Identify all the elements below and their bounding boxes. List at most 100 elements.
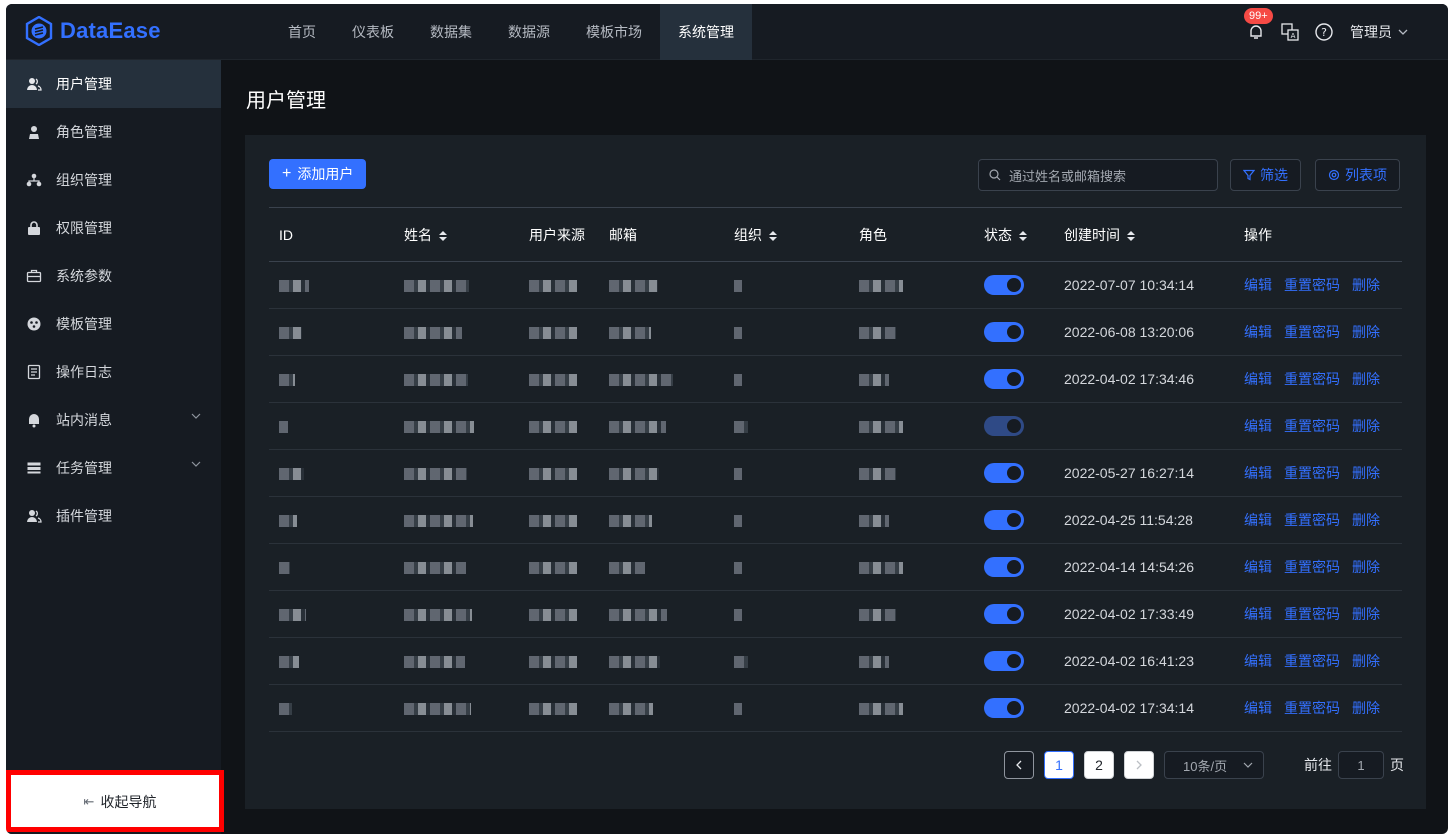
user-list-panel: + 添加用户 通过姓名或邮箱搜索 筛选 列表项 ID 姓名 用户来源 邮箱 组织 [245, 135, 1426, 809]
cell-role [849, 355, 974, 403]
bell-outline-icon [1250, 25, 1262, 39]
edit-link[interactable]: 编辑 [1244, 653, 1272, 669]
delete-link[interactable]: 删除 [1352, 324, 1380, 340]
status-toggle[interactable] [984, 604, 1024, 624]
delete-link[interactable]: 删除 [1352, 371, 1380, 387]
goto-page-input[interactable]: 1 [1338, 751, 1384, 779]
filter-label: 筛选 [1260, 167, 1288, 183]
status-toggle[interactable] [984, 463, 1024, 483]
reset-password-link[interactable]: 重置密码 [1284, 465, 1340, 481]
collapse-nav-button[interactable]: ⇤ 收起导航 [23, 783, 217, 821]
user-menu[interactable]: 管理员 [1350, 22, 1408, 42]
col-header-created[interactable]: 创建时间 [1054, 207, 1234, 262]
nav-system-management[interactable]: 系统管理 [660, 4, 752, 60]
help-button[interactable]: ? [1314, 22, 1334, 42]
prev-page-button[interactable] [1004, 751, 1034, 779]
status-toggle[interactable] [984, 651, 1024, 671]
table-row: 2022-05-27 16:27:14 编辑 重置密码 删除 [269, 449, 1402, 497]
edit-link[interactable]: 编辑 [1244, 700, 1272, 716]
redacted-value [734, 374, 742, 387]
search-input[interactable]: 通过姓名或邮箱搜索 [978, 159, 1218, 191]
status-toggle[interactable] [984, 416, 1024, 436]
col-header-org[interactable]: 组织 [724, 207, 849, 262]
sort-icon[interactable] [1018, 230, 1028, 242]
sidebar-item-operation-log[interactable]: 操作日志 [6, 348, 221, 396]
notification-button[interactable]: 99+ [1244, 8, 1273, 42]
page-button-2[interactable]: 2 [1084, 751, 1114, 779]
delete-link[interactable]: 删除 [1352, 418, 1380, 434]
status-toggle[interactable] [984, 557, 1024, 577]
chevron-right-icon [1136, 760, 1142, 770]
delete-link[interactable]: 删除 [1352, 277, 1380, 293]
reset-password-link[interactable]: 重置密码 [1284, 606, 1340, 622]
status-toggle[interactable] [984, 510, 1024, 530]
sidebar-item-tasks[interactable]: 任务管理 [6, 444, 221, 492]
nav-dataset[interactable]: 数据集 [412, 4, 490, 60]
sidebar-item-plugins[interactable]: 插件管理 [6, 492, 221, 540]
redacted-value [529, 327, 577, 340]
edit-link[interactable]: 编辑 [1244, 324, 1272, 340]
edit-link[interactable]: 编辑 [1244, 277, 1272, 293]
columns-button[interactable]: 列表项 [1315, 159, 1400, 191]
logo[interactable]: DataEase [24, 16, 161, 46]
edit-link[interactable]: 编辑 [1244, 559, 1272, 575]
delete-link[interactable]: 删除 [1352, 653, 1380, 669]
page-button-1[interactable]: 1 [1044, 751, 1074, 779]
edit-link[interactable]: 编辑 [1244, 371, 1272, 387]
edit-link[interactable]: 编辑 [1244, 465, 1272, 481]
edit-link[interactable]: 编辑 [1244, 512, 1272, 528]
reset-password-link[interactable]: 重置密码 [1284, 512, 1340, 528]
reset-password-link[interactable]: 重置密码 [1284, 324, 1340, 340]
col-header-actions: 操作 [1234, 207, 1402, 262]
reset-password-link[interactable]: 重置密码 [1284, 371, 1340, 387]
delete-link[interactable]: 删除 [1352, 465, 1380, 481]
sort-icon[interactable] [1126, 230, 1136, 242]
cell-actions: 编辑 重置密码 删除 [1234, 355, 1402, 403]
page-size-select[interactable]: 10条/页 [1164, 751, 1264, 779]
redacted-value [529, 374, 577, 387]
add-user-button[interactable]: + 添加用户 [269, 159, 367, 189]
nav-dashboard[interactable]: 仪表板 [334, 4, 412, 60]
sidebar-item-permissions[interactable]: 权限管理 [6, 204, 221, 252]
reset-password-link[interactable]: 重置密码 [1284, 700, 1340, 716]
status-toggle[interactable] [984, 322, 1024, 342]
nav-home[interactable]: 首页 [270, 4, 334, 60]
delete-link[interactable]: 删除 [1352, 512, 1380, 528]
edit-link[interactable]: 编辑 [1244, 418, 1272, 434]
delete-link[interactable]: 删除 [1352, 559, 1380, 575]
status-toggle[interactable] [984, 369, 1024, 389]
reset-password-link[interactable]: 重置密码 [1284, 559, 1340, 575]
sort-icon[interactable] [438, 230, 448, 242]
reset-password-link[interactable]: 重置密码 [1284, 277, 1340, 293]
cell-source [519, 261, 599, 309]
svg-text:A: A [1291, 32, 1296, 40]
filter-button[interactable]: 筛选 [1230, 159, 1301, 191]
redacted-value [859, 609, 896, 622]
reset-password-link[interactable]: 重置密码 [1284, 418, 1340, 434]
redacted-value [734, 280, 742, 293]
redacted-value [609, 327, 651, 340]
bell-icon [26, 412, 42, 428]
delete-link[interactable]: 删除 [1352, 606, 1380, 622]
col-header-name[interactable]: 姓名 [394, 207, 519, 262]
sort-icon[interactable] [768, 230, 778, 242]
language-button[interactable]: A [1280, 22, 1300, 42]
sidebar-item-system-params[interactable]: 系统参数 [6, 252, 221, 300]
sidebar-item-org[interactable]: 组织管理 [6, 156, 221, 204]
redacted-value [734, 656, 748, 669]
nav-datasource[interactable]: 数据源 [490, 4, 568, 60]
reset-password-link[interactable]: 重置密码 [1284, 653, 1340, 669]
next-page-button[interactable] [1124, 751, 1154, 779]
delete-link[interactable]: 删除 [1352, 700, 1380, 716]
nav-template-market[interactable]: 模板市场 [568, 4, 660, 60]
sidebar-item-users[interactable]: 用户管理 [6, 60, 221, 108]
status-toggle[interactable] [984, 275, 1024, 295]
cell-source [519, 637, 599, 685]
status-toggle[interactable] [984, 698, 1024, 718]
edit-link[interactable]: 编辑 [1244, 606, 1272, 622]
sidebar-item-roles[interactable]: 角色管理 [6, 108, 221, 156]
col-header-status[interactable]: 状态 [974, 207, 1054, 262]
sidebar-item-templates[interactable]: 模板管理 [6, 300, 221, 348]
redacted-value [734, 703, 742, 716]
sidebar-item-messages[interactable]: 站内消息 [6, 396, 221, 444]
